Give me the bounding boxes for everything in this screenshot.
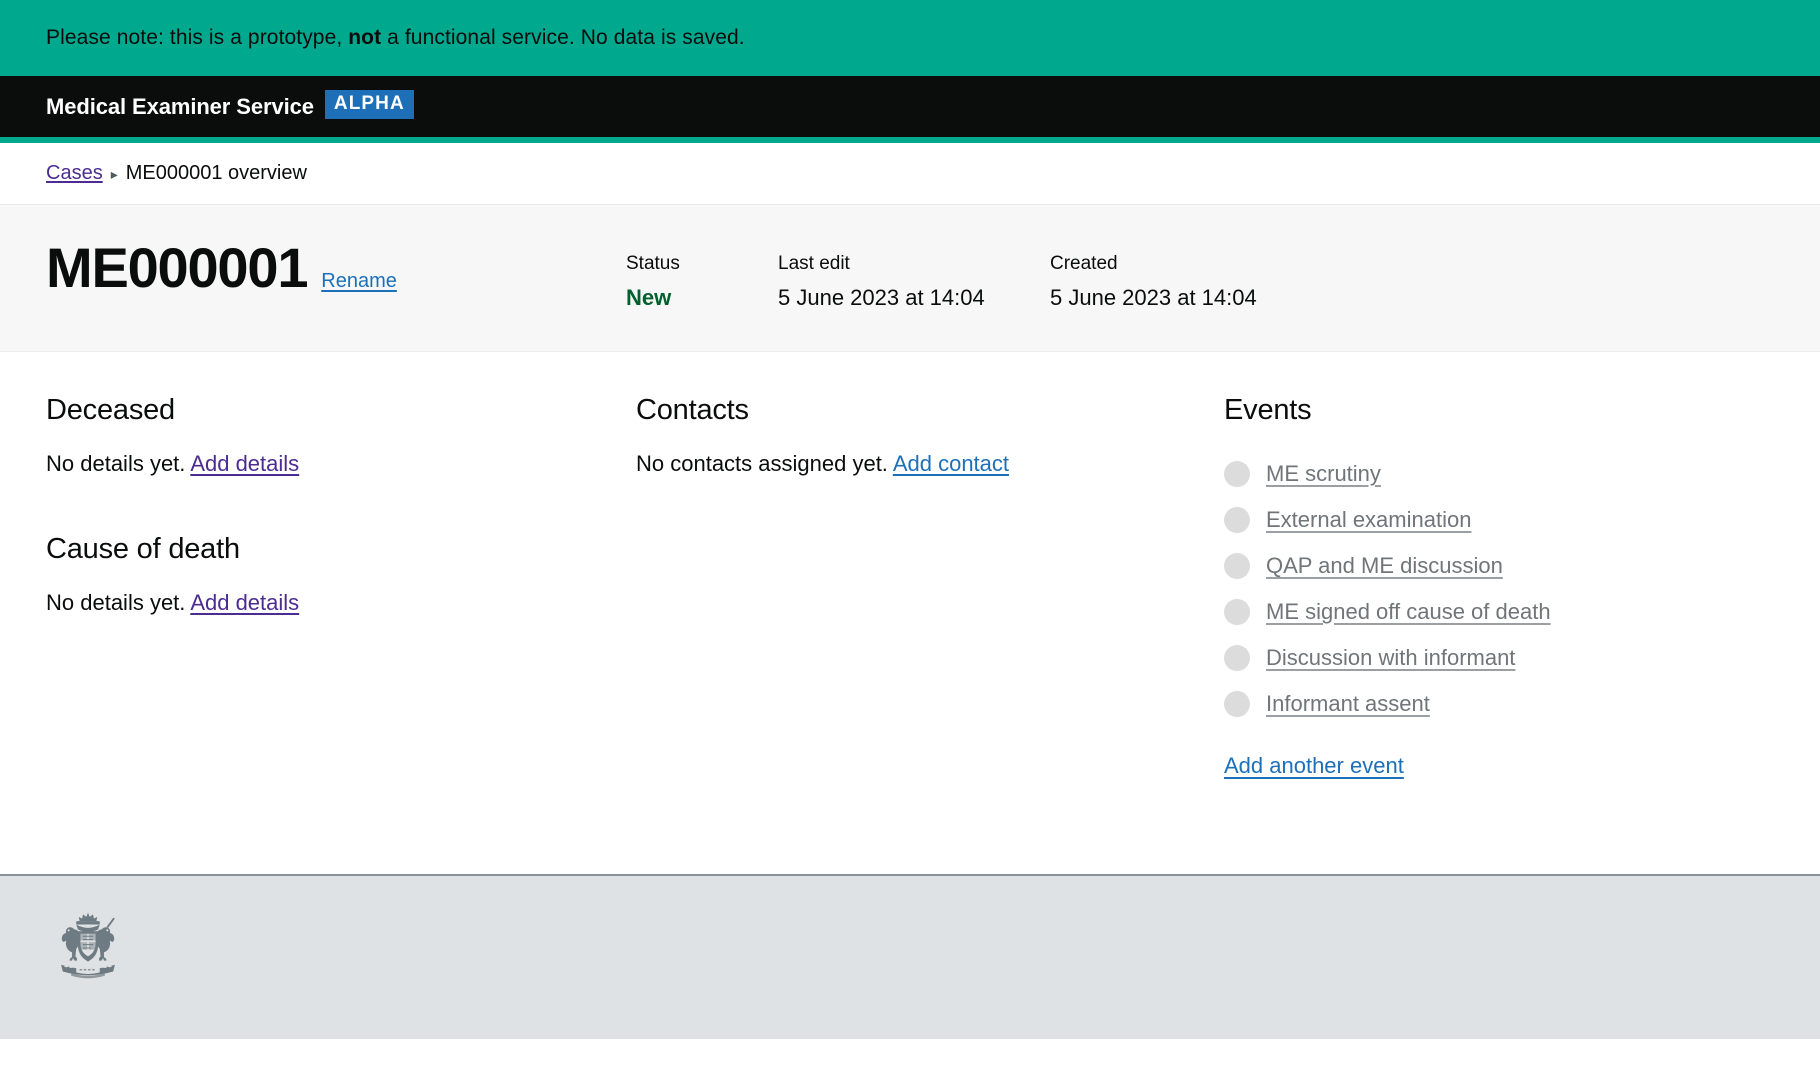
add-contact-link[interactable]: Add contact <box>893 451 1009 476</box>
status-badge: New <box>626 285 672 310</box>
meta-created-label: Created <box>1050 253 1118 274</box>
cause-of-death-empty-text: No details yet. <box>46 590 186 615</box>
meta-last-edit-value: 5 June 2023 at 14:04 <box>778 285 985 310</box>
list-item[interactable]: QAP and ME discussion <box>1224 543 1774 589</box>
meta-status: Status New <box>626 253 778 311</box>
meta-last-edit-label: Last edit <box>778 253 850 274</box>
page-title: ME000001 <box>46 236 308 299</box>
event-link[interactable]: Informant assent <box>1266 691 1430 717</box>
event-link[interactable]: QAP and ME discussion <box>1266 553 1503 579</box>
heading-deceased: Deceased <box>46 394 175 426</box>
rename-link[interactable]: Rename <box>321 270 397 293</box>
deceased-empty-text: No details yet. <box>46 451 186 476</box>
breadcrumb: Cases ▸ ME000001 overview <box>46 162 307 185</box>
prototype-banner-text: Please note: this is a prototype, not a … <box>46 26 745 50</box>
event-status-incomplete-icon <box>1224 645 1250 671</box>
heading-contacts: Contacts <box>636 394 749 426</box>
main-content: Deceased No details yet. Add details Cau… <box>0 352 1820 874</box>
add-deceased-details-link[interactable]: Add details <box>190 451 299 476</box>
list-item[interactable]: External examination <box>1224 497 1774 543</box>
footer <box>0 874 1820 1039</box>
case-title-wrap: ME000001 Rename <box>46 236 626 299</box>
breadcrumb-current: ME000001 overview <box>125 162 307 184</box>
column-events: Events ME scrutiny External examination … <box>1224 394 1774 874</box>
service-header: Medical Examiner Service ALPHA <box>0 76 1820 137</box>
prototype-banner-text-after: a functional service. No data is saved. <box>381 26 745 49</box>
meta-created: Created 5 June 2023 at 14:04 <box>1050 253 1257 311</box>
breadcrumb-bar: Cases ▸ ME000001 overview <box>0 143 1820 205</box>
event-status-incomplete-icon <box>1224 691 1250 717</box>
column-contacts: Contacts No contacts assigned yet. Add c… <box>636 394 1224 874</box>
add-another-event-link[interactable]: Add another event <box>1224 753 1404 778</box>
event-link[interactable]: ME scrutiny <box>1266 461 1381 487</box>
service-name[interactable]: Medical Examiner Service <box>46 94 314 120</box>
list-item[interactable]: ME signed off cause of death <box>1224 589 1774 635</box>
cause-of-death-empty-state: No details yet. Add details <box>46 590 636 616</box>
list-item[interactable]: ME scrutiny <box>1224 451 1774 497</box>
meta-created-value: 5 June 2023 at 14:04 <box>1050 285 1257 310</box>
list-item[interactable]: Discussion with informant <box>1224 635 1774 681</box>
breadcrumb-separator-icon: ▸ <box>110 166 118 182</box>
prototype-banner: Please note: this is a prototype, not a … <box>0 0 1820 76</box>
events-list: ME scrutiny External examination QAP and… <box>1224 451 1774 727</box>
list-item[interactable]: Informant assent <box>1224 681 1774 727</box>
event-status-incomplete-icon <box>1224 599 1250 625</box>
event-link[interactable]: External examination <box>1266 507 1471 533</box>
heading-cause-of-death: Cause of death <box>46 533 240 565</box>
royal-coat-of-arms-icon <box>61 912 115 979</box>
meta-last-edit: Last edit 5 June 2023 at 14:04 <box>778 253 1050 311</box>
deceased-empty-state: No details yet. Add details <box>46 451 636 477</box>
add-cause-of-death-details-link[interactable]: Add details <box>190 590 299 615</box>
prototype-banner-text-bold: not <box>348 26 382 49</box>
heading-events: Events <box>1224 394 1312 426</box>
event-status-incomplete-icon <box>1224 461 1250 487</box>
event-status-incomplete-icon <box>1224 553 1250 579</box>
event-link[interactable]: ME signed off cause of death <box>1266 599 1551 625</box>
breadcrumb-link-cases[interactable]: Cases <box>46 162 103 185</box>
meta-status-label: Status <box>626 253 680 274</box>
prototype-banner-text-before: Please note: this is a prototype, <box>46 26 349 49</box>
contacts-empty-text: No contacts assigned yet. <box>636 451 888 476</box>
case-header-band: ME000001 Rename Status New Last edit 5 J… <box>0 205 1820 352</box>
contacts-empty-state: No contacts assigned yet. Add contact <box>636 451 1224 477</box>
add-event-wrap: Add another event <box>1224 753 1774 779</box>
case-meta-group: Status New Last edit 5 June 2023 at 14:0… <box>626 239 1257 311</box>
event-status-incomplete-icon <box>1224 507 1250 533</box>
event-link[interactable]: Discussion with informant <box>1266 645 1515 671</box>
phase-tag-alpha: ALPHA <box>324 90 414 119</box>
column-deceased: Deceased No details yet. Add details Cau… <box>46 394 636 874</box>
